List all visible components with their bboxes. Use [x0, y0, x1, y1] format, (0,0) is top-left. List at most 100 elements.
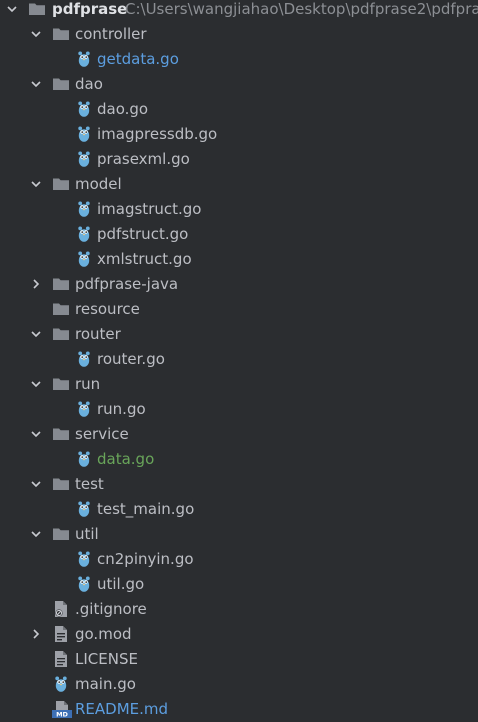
- project-tree: pdfprase C:\Users\wangjiahao\Desktop\pdf…: [0, 0, 478, 722]
- tree-item-label: router: [75, 325, 121, 343]
- chevron-down-icon[interactable]: [30, 178, 42, 190]
- go-file-icon: [75, 400, 93, 418]
- chevron-down-icon[interactable]: [30, 478, 42, 490]
- folder-icon: [52, 175, 70, 193]
- go-file-icon: [75, 450, 93, 468]
- chevron-down-icon[interactable]: [30, 378, 42, 390]
- go-file-icon: [75, 575, 93, 593]
- tree-row[interactable]: router.go: [0, 347, 478, 372]
- tree-row[interactable]: pdfstruct.go: [0, 222, 478, 247]
- tree-item-label: router.go: [97, 350, 165, 368]
- svg-text:MD: MD: [56, 711, 68, 718]
- go-file-icon: [75, 150, 93, 168]
- tree-item-label: test_main.go: [97, 500, 195, 518]
- tree-item-label: run.go: [97, 400, 146, 418]
- tree-row[interactable]: service: [0, 422, 478, 447]
- tree-item-label: data.go: [97, 450, 155, 468]
- tree-item-label: service: [75, 425, 129, 443]
- tree-row[interactable]: test: [0, 472, 478, 497]
- go-file-icon: [52, 675, 70, 693]
- chevron-down-icon[interactable]: [30, 28, 42, 40]
- chevron-down-icon[interactable]: [30, 528, 42, 540]
- tree-row[interactable]: cn2pinyin.go: [0, 547, 478, 572]
- tree-row[interactable]: xmlstruct.go: [0, 247, 478, 272]
- folder-icon: [52, 325, 70, 343]
- tree-item-label: run: [75, 375, 101, 393]
- tree-row[interactable]: controller: [0, 22, 478, 47]
- folder-icon: [52, 425, 70, 443]
- tree-row[interactable]: router: [0, 322, 478, 347]
- folder-icon: [52, 525, 70, 543]
- folder-icon: [52, 300, 70, 318]
- tree-row[interactable]: util: [0, 522, 478, 547]
- tree-item-label: LICENSE: [75, 650, 138, 668]
- tree-item-label: test: [75, 475, 104, 493]
- tree-item-label: xmlstruct.go: [97, 250, 192, 268]
- go-file-icon: [75, 200, 93, 218]
- folder-icon: [52, 25, 70, 43]
- chevron-right-icon[interactable]: [30, 278, 42, 290]
- tree-row[interactable]: MD README.md: [0, 697, 478, 722]
- go-file-icon: [75, 100, 93, 118]
- tree-row[interactable]: main.go: [0, 672, 478, 697]
- tree-item-label: dao.go: [97, 100, 149, 118]
- go-file-icon: [75, 250, 93, 268]
- tree-row-project-root[interactable]: pdfprase C:\Users\wangjiahao\Desktop\pdf…: [0, 0, 478, 22]
- tree-item-label: dao: [75, 75, 103, 93]
- go-file-icon: [75, 550, 93, 568]
- chevron-down-icon[interactable]: [6, 3, 18, 15]
- tree-row[interactable]: imagstruct.go: [0, 197, 478, 222]
- tree-item-label: util: [75, 525, 99, 543]
- chevron-right-icon[interactable]: [30, 628, 42, 640]
- gitignore-file-icon: [52, 600, 70, 618]
- chevron-down-icon[interactable]: [30, 328, 42, 340]
- tree-row[interactable]: LICENSE: [0, 647, 478, 672]
- go-file-icon: [75, 125, 93, 143]
- tree-row[interactable]: dao.go: [0, 97, 478, 122]
- folder-icon: [28, 0, 46, 18]
- tree-item-label: go.mod: [75, 625, 132, 643]
- markdown-file-icon: MD: [52, 700, 72, 718]
- tree-row[interactable]: go.mod: [0, 622, 478, 647]
- text-file-icon: [52, 650, 70, 668]
- tree-item-label: cn2pinyin.go: [97, 550, 194, 568]
- tree-row[interactable]: prasexml.go: [0, 147, 478, 172]
- folder-icon: [52, 75, 70, 93]
- tree-item-label: getdata.go: [97, 50, 179, 68]
- tree-item-label: README.md: [75, 700, 169, 718]
- go-file-icon: [75, 350, 93, 368]
- tree-row[interactable]: run.go: [0, 397, 478, 422]
- tree-row[interactable]: model: [0, 172, 478, 197]
- tree-row[interactable]: imagpressdb.go: [0, 122, 478, 147]
- tree-row[interactable]: data.go: [0, 447, 478, 472]
- tree-item-label: .gitignore: [75, 600, 147, 618]
- tree-row[interactable]: run: [0, 372, 478, 397]
- go-file-icon: [75, 50, 93, 68]
- tree-item-label: controller: [75, 25, 147, 43]
- tree-row[interactable]: dao: [0, 72, 478, 97]
- go-file-icon: [75, 500, 93, 518]
- tree-row[interactable]: test_main.go: [0, 497, 478, 522]
- tree-item-label: main.go: [75, 675, 136, 693]
- project-path: C:\Users\wangjiahao\Desktop\pdfprase2\pd…: [125, 0, 478, 18]
- tree-item-label: model: [75, 175, 122, 193]
- tree-row[interactable]: util.go: [0, 572, 478, 597]
- tree-item-label: pdfprase-java: [75, 275, 179, 293]
- folder-icon: [52, 475, 70, 493]
- folder-icon: [52, 375, 70, 393]
- tree-row[interactable]: resource: [0, 297, 478, 322]
- tree-item-label: imagpressdb.go: [97, 125, 218, 143]
- tree-row[interactable]: .gitignore: [0, 597, 478, 622]
- tree-row[interactable]: pdfprase-java: [0, 272, 478, 297]
- tree-row[interactable]: getdata.go: [0, 47, 478, 72]
- go-file-icon: [75, 225, 93, 243]
- chevron-down-icon[interactable]: [30, 78, 42, 90]
- go-mod-file-icon: [52, 625, 70, 643]
- tree-item-label: resource: [75, 300, 140, 318]
- project-name: pdfprase: [52, 0, 128, 18]
- chevron-down-icon[interactable]: [30, 428, 42, 440]
- tree-item-label: util.go: [97, 575, 145, 593]
- folder-icon: [52, 275, 70, 293]
- tree-item-label: imagstruct.go: [97, 200, 202, 218]
- tree-item-label: pdfstruct.go: [97, 225, 189, 243]
